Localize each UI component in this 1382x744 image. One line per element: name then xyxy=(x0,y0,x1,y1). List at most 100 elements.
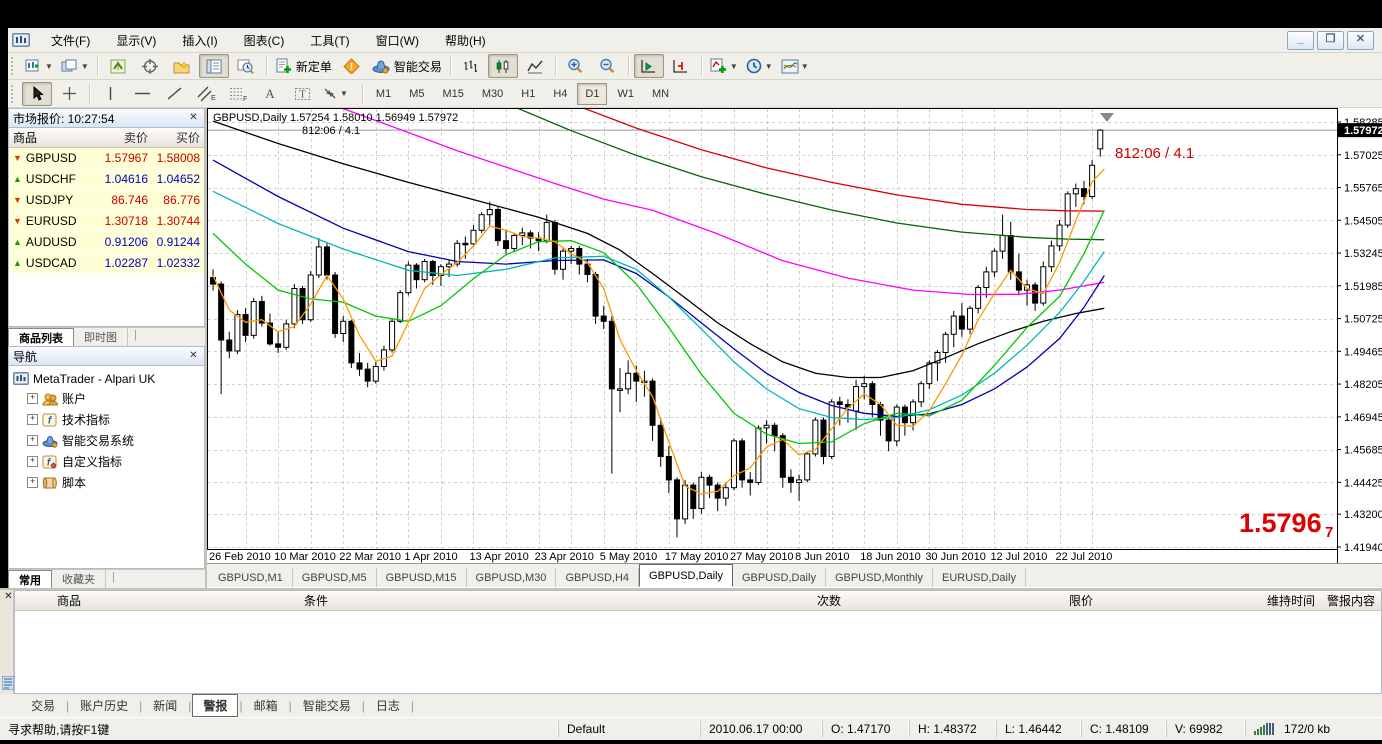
periods-button[interactable]: ▼ xyxy=(743,54,776,78)
market-watch-row-usdchf[interactable]: ▲USDCHF1.046161.04652 xyxy=(9,169,204,190)
menu-item-1[interactable]: 显示(V) xyxy=(103,30,169,51)
alerts-column-5[interactable]: 警报内容 xyxy=(1321,592,1381,609)
timeframe-button-mn[interactable]: MN xyxy=(644,83,677,105)
alerts-column-1[interactable]: 条件 xyxy=(298,592,775,609)
chart-window[interactable]: 1.582851.570251.557651.545051.532451.519… xyxy=(207,108,1382,588)
terminal-tab-4[interactable]: 邮箱 xyxy=(244,695,288,716)
chart-tab-5[interactable]: GBPUSD,Daily xyxy=(639,564,733,587)
close-button[interactable]: ✕ xyxy=(1347,31,1374,50)
navigator-toggle-button[interactable] xyxy=(167,54,197,78)
terminal-tab-0[interactable]: 交易 xyxy=(21,695,65,716)
crosshair-tool-button[interactable] xyxy=(54,82,84,106)
fibonacci-button[interactable]: F xyxy=(223,82,253,106)
alerts-column-2[interactable]: 次数 xyxy=(775,592,847,609)
line-chart-button[interactable] xyxy=(520,54,550,78)
close-icon[interactable]: ✕ xyxy=(186,111,201,126)
candlestick-chart-button[interactable] xyxy=(488,54,518,78)
menu-item-6[interactable]: 帮助(H) xyxy=(432,30,499,51)
auto-scroll-button[interactable] xyxy=(634,54,664,78)
templates-button[interactable]: ▼ xyxy=(778,54,812,78)
indicators-button[interactable]: ▼ xyxy=(707,54,741,78)
market-watch-row-eurusd[interactable]: ▼EURUSD1.307181.30744 xyxy=(9,211,204,232)
terminal-tab-2[interactable]: 新闻 xyxy=(143,695,187,716)
terminal-toggle-button[interactable] xyxy=(199,54,229,78)
text-tool-button[interactable]: A xyxy=(255,82,285,106)
timeframe-button-w1[interactable]: W1 xyxy=(609,83,642,105)
alerts-column-4[interactable]: 维持时间 xyxy=(1099,592,1321,609)
terminal-tab-6[interactable]: 日志 xyxy=(366,695,410,716)
navigator-item-2[interactable]: +智能交易系统 xyxy=(13,430,204,451)
timeframe-button-h1[interactable]: H1 xyxy=(513,83,543,105)
vertical-line-button[interactable] xyxy=(95,82,125,106)
timeframe-button-m15[interactable]: M15 xyxy=(434,83,471,105)
alerts-empty-area[interactable] xyxy=(15,611,1381,693)
expand-plus-icon[interactable]: + xyxy=(27,393,38,404)
chart-tab-0[interactable]: GBPUSD,M1 xyxy=(209,568,293,587)
restore-button[interactable]: ❐ xyxy=(1317,31,1344,50)
navigator-item-1[interactable]: +f技术指标 xyxy=(13,409,204,430)
menu-item-2[interactable]: 插入(I) xyxy=(169,30,230,51)
timeframe-button-m5[interactable]: M5 xyxy=(401,83,432,105)
expand-plus-icon[interactable]: + xyxy=(27,414,38,425)
arrows-button[interactable]: ▼ xyxy=(319,82,351,106)
profiles-button[interactable]: ▼ xyxy=(58,54,92,78)
text-label-button[interactable]: T xyxy=(287,82,317,106)
bar-chart-button[interactable] xyxy=(456,54,486,78)
metaquotes-alert-button[interactable]: ! xyxy=(337,54,367,78)
terminal-tab-1[interactable]: 账户历史 xyxy=(70,695,138,716)
expand-plus-icon[interactable]: + xyxy=(27,477,38,488)
menu-item-3[interactable]: 图表(C) xyxy=(231,30,298,51)
new-chart-button[interactable]: ▼ xyxy=(22,54,56,78)
market-watch-row-usdcad[interactable]: ▲USDCAD1.022871.02332 xyxy=(9,253,204,274)
data-window-button[interactable] xyxy=(135,54,165,78)
chart-tab-6[interactable]: GBPUSD,Daily xyxy=(733,568,826,587)
status-profile[interactable]: Default xyxy=(558,721,700,737)
navigator-item-4[interactable]: +脚本 xyxy=(13,472,204,493)
chart-tab-7[interactable]: GBPUSD,Monthly xyxy=(826,568,933,587)
market-watch-tab[interactable]: 商品列表 xyxy=(8,328,74,346)
price-chart[interactable]: 1.582851.570251.557651.545051.532451.519… xyxy=(207,108,1382,563)
navigator-tab[interactable]: 收藏夹 xyxy=(52,570,106,588)
toolbar-grip[interactable] xyxy=(11,57,18,75)
chart-tab-3[interactable]: GBPUSD,M30 xyxy=(467,568,557,587)
equidistant-channel-button[interactable]: E xyxy=(191,82,221,106)
alerts-column-3[interactable]: 限价 xyxy=(847,592,1099,609)
timeframe-button-d1[interactable]: D1 xyxy=(577,83,607,105)
chart-tab-8[interactable]: EURUSD,Daily xyxy=(933,568,1026,587)
expand-plus-icon[interactable]: + xyxy=(27,456,38,467)
market-watch-row-usdjpy[interactable]: ▼USDJPY86.74686.776 xyxy=(9,190,204,211)
chart-tab-4[interactable]: GBPUSD,H4 xyxy=(556,568,639,587)
market-watch-row-gbpusd[interactable]: ▼GBPUSD1.579671.58008 xyxy=(9,148,204,169)
close-icon[interactable]: ✕ xyxy=(2,591,15,604)
timeframe-button-m1[interactable]: M1 xyxy=(368,83,399,105)
market-watch-column-2[interactable]: 买价 xyxy=(152,129,204,146)
chart-tab-2[interactable]: GBPUSD,M15 xyxy=(377,568,467,587)
minimize-button[interactable]: _ xyxy=(1287,31,1314,50)
chart-shift-button[interactable] xyxy=(666,54,696,78)
market-watch-column-1[interactable]: 卖价 xyxy=(97,129,152,146)
toolbar-grip[interactable] xyxy=(11,85,18,103)
market-watch-tab[interactable]: 即时图 xyxy=(74,328,128,346)
new-order-button[interactable]: 新定单 xyxy=(272,54,335,78)
navigator-item-3[interactable]: +f自定义指标 xyxy=(13,451,204,472)
expand-plus-icon[interactable]: + xyxy=(27,435,38,446)
cursor-button[interactable] xyxy=(22,82,52,106)
terminal-tab-3[interactable]: 警报 xyxy=(192,694,238,717)
horizontal-line-button[interactable] xyxy=(127,82,157,106)
market-watch-toggle-button[interactable] xyxy=(103,54,133,78)
strategy-tester-button[interactable] xyxy=(231,54,261,78)
navigator-root[interactable]: MetaTrader - Alpari UK xyxy=(13,369,204,388)
menu-item-0[interactable]: 文件(F) xyxy=(38,30,103,51)
navigator-tab[interactable]: 常用 xyxy=(8,570,52,588)
expert-advisors-button[interactable]: 智能交易 xyxy=(369,54,445,78)
market-watch-row-audusd[interactable]: ▲AUDUSD0.912060.91244 xyxy=(9,232,204,253)
timeframe-button-h4[interactable]: H4 xyxy=(545,83,575,105)
chart-tab-1[interactable]: GBPUSD,M5 xyxy=(293,568,377,587)
alerts-column-0[interactable]: 商品 xyxy=(15,592,298,609)
zoom-out-button[interactable] xyxy=(593,54,623,78)
navigator-item-0[interactable]: +账户 xyxy=(13,388,204,409)
market-watch-column-0[interactable]: 商品 xyxy=(9,129,97,146)
close-icon[interactable]: ✕ xyxy=(186,349,201,364)
timeframe-button-m30[interactable]: M30 xyxy=(474,83,511,105)
terminal-tab-5[interactable]: 智能交易 xyxy=(293,695,361,716)
